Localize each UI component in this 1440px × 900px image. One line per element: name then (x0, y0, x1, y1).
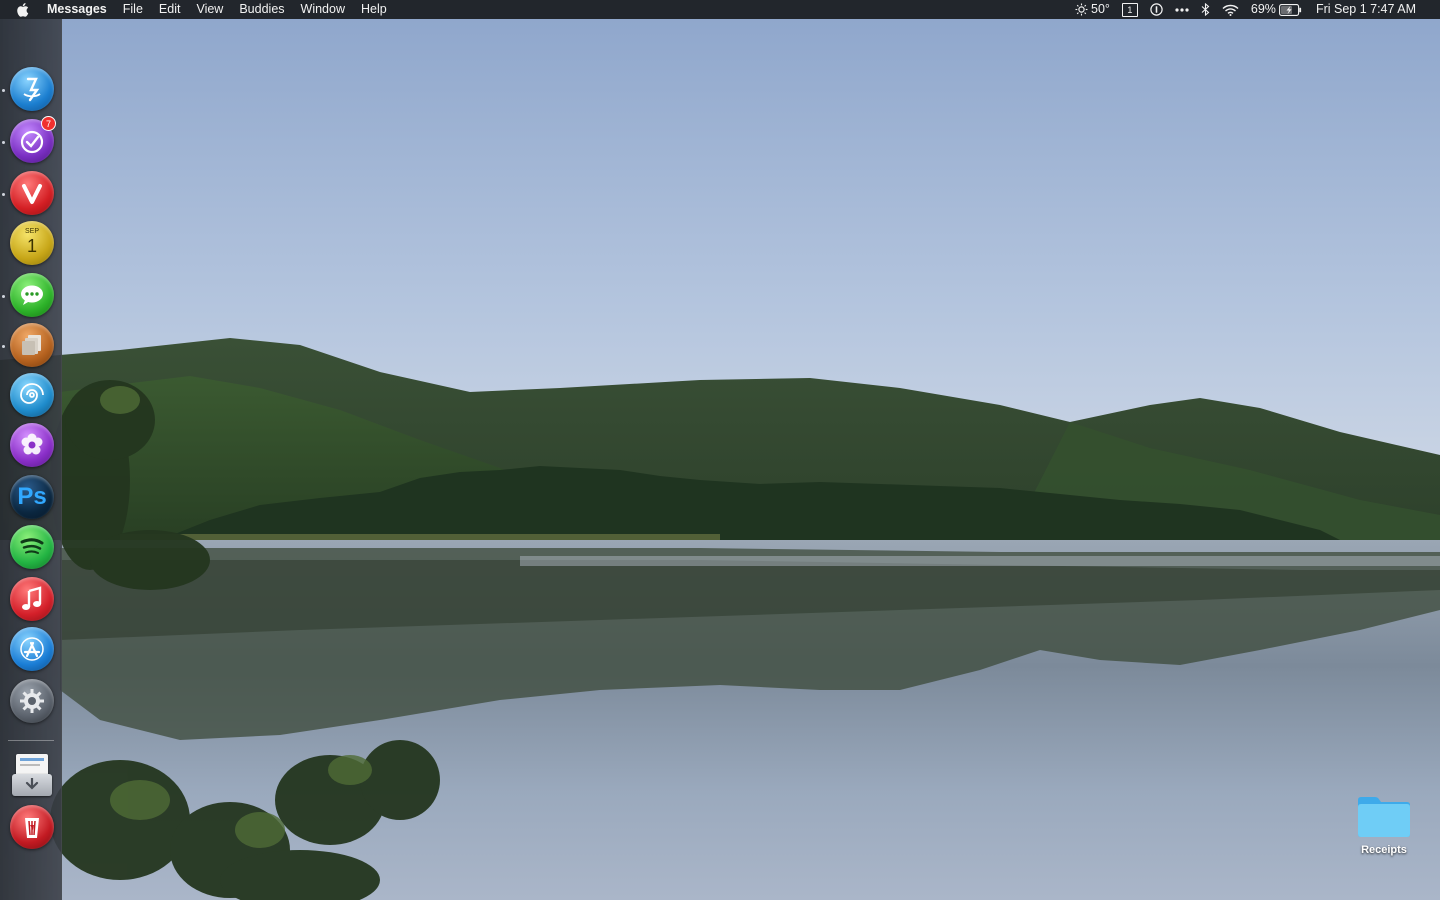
dock-item-system-preferences[interactable] (8, 677, 56, 725)
notification-badge: 7 (41, 116, 56, 131)
gear-icon (10, 679, 54, 723)
calendar-day: 1 (26, 236, 37, 256)
battery-charging-icon (1278, 3, 1302, 16)
music-note-icon (10, 577, 54, 621)
dock-item-vivaldi[interactable] (8, 169, 56, 217)
spotify-icon (10, 525, 54, 569)
dock-item-finder[interactable] (8, 65, 56, 113)
menu-app-name[interactable]: Messages (47, 0, 107, 19)
folder-icon (1358, 797, 1410, 837)
weather-temperature: 50° (1091, 2, 1110, 16)
photoshop-label: Ps (17, 483, 47, 510)
downloads-stack-icon (10, 752, 54, 798)
vivaldi-v-icon (10, 171, 54, 215)
photoshop-icon: Ps (10, 475, 54, 519)
speech-bubble-icon (10, 273, 54, 317)
menu-file[interactable]: File (123, 0, 143, 19)
dock-item-messages[interactable] (8, 271, 56, 319)
menu-buddies[interactable]: Buddies (239, 0, 284, 19)
finder-icon (10, 67, 54, 111)
calendar-month: SEP (24, 228, 39, 235)
dock-item-app-store[interactable] (8, 625, 56, 673)
apple-logo-icon[interactable] (16, 0, 30, 19)
dock-item-calendar[interactable]: SEP 1 (8, 219, 56, 267)
running-indicator (2, 89, 5, 92)
dock-item-nautilus-app[interactable] (8, 371, 56, 419)
menu-bar: Messages File Edit View Buddies Window H… (0, 0, 1440, 19)
shell-icon (10, 373, 54, 417)
desktop-wallpaper (0, 0, 1440, 900)
running-indicator (2, 141, 5, 144)
menu-edit[interactable]: Edit (159, 0, 181, 19)
running-indicator (2, 345, 5, 348)
dock: 7 SEP 1 Ps (0, 19, 62, 900)
dock-item-trash-app[interactable] (8, 803, 56, 851)
spaces-indicator[interactable]: 1 (1121, 2, 1138, 17)
dock-separator (8, 740, 54, 741)
wifi-icon[interactable] (1222, 4, 1239, 16)
running-indicator (2, 295, 5, 298)
more-dots-icon[interactable] (1175, 7, 1189, 12)
dock-item-flower-app[interactable] (8, 421, 56, 469)
flower-icon (10, 423, 54, 467)
spaces-number: 1 (1121, 2, 1138, 17)
dock-item-downloads[interactable] (8, 751, 56, 799)
wastebasket-icon (10, 805, 54, 849)
desktop-folder-receipts[interactable]: Receipts (1346, 794, 1422, 874)
clock-check-icon: 7 (10, 116, 56, 163)
battery-percentage: 69% (1250, 2, 1276, 16)
bluetooth-icon[interactable] (1201, 3, 1210, 16)
menu-view[interactable]: View (196, 0, 223, 19)
running-indicator (2, 193, 5, 196)
folder-label: Receipts (1361, 844, 1407, 856)
lake-mountain-landscape (0, 0, 1440, 900)
file-stack-icon (10, 323, 54, 367)
dock-item-spotify[interactable] (8, 523, 56, 571)
calendar-icon: SEP 1 (10, 221, 54, 265)
menu-window[interactable]: Window (301, 0, 345, 19)
battery-status[interactable]: 69% (1251, 0, 1302, 19)
dock-item-file-stack-app[interactable] (8, 321, 56, 369)
menu-clock[interactable]: Fri Sep 1 7:47 AM (1316, 0, 1416, 19)
weather-status[interactable]: 50° (1075, 0, 1110, 19)
dock-item-photoshop[interactable]: Ps (8, 473, 56, 521)
menu-help[interactable]: Help (361, 0, 387, 19)
dock-item-music[interactable] (8, 575, 56, 623)
sun-icon (1075, 3, 1088, 16)
app-store-icon (10, 627, 54, 671)
password-manager-icon[interactable] (1150, 3, 1163, 16)
dock-item-timer-app[interactable]: 7 (8, 116, 56, 165)
